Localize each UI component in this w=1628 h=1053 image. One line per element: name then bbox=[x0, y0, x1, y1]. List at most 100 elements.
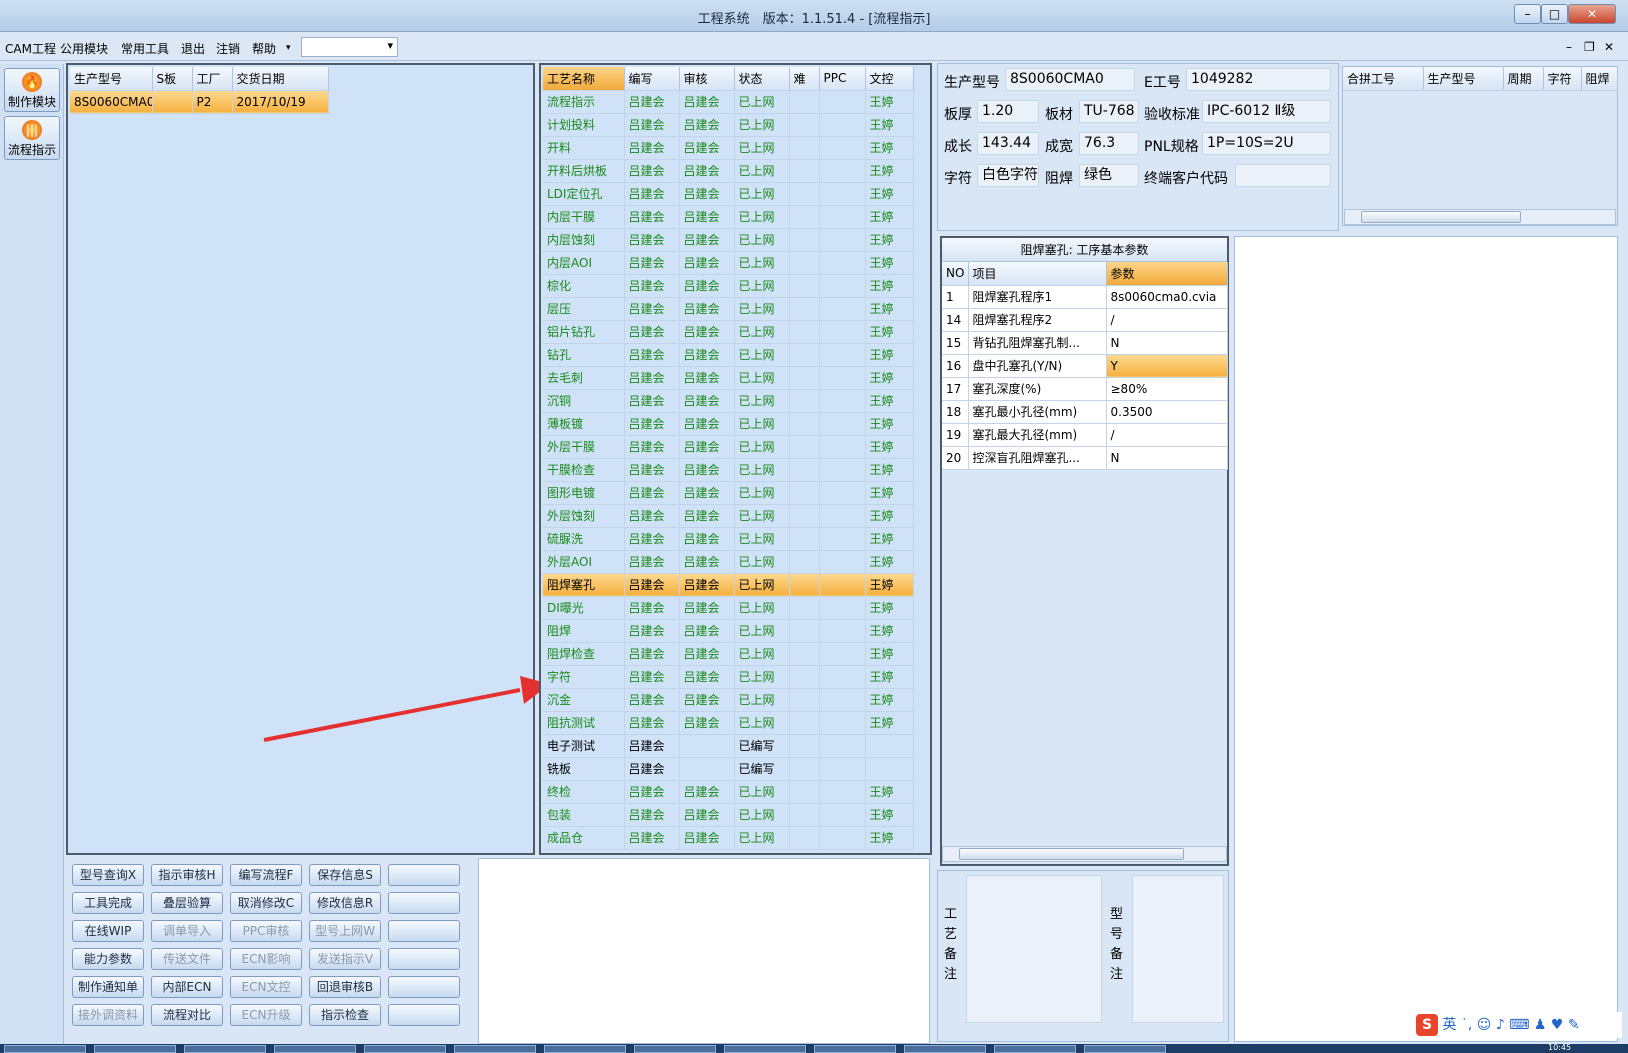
col-header[interactable]: 周期 bbox=[1503, 67, 1544, 91]
process-row[interactable]: 成品仓 吕建会 吕建会 已上网 王婷 bbox=[543, 826, 914, 850]
process-row[interactable]: 薄板镀 吕建会 吕建会 已上网 王婷 bbox=[543, 412, 914, 436]
taskbar-item[interactable] bbox=[454, 1045, 536, 1053]
taskbar-item[interactable] bbox=[4, 1045, 86, 1053]
param-row[interactable]: 19 塞孔最大孔径(mm) / bbox=[942, 423, 1228, 447]
e-no-field[interactable]: 1049282 bbox=[1186, 68, 1331, 91]
process-row[interactable]: 外层AOI 吕建会 吕建会 已上网 王婷 bbox=[543, 550, 914, 574]
process-row[interactable]: 开料 吕建会 吕建会 已上网 王婷 bbox=[543, 136, 914, 160]
menu-exit[interactable]: 退出 bbox=[181, 40, 205, 57]
process-row[interactable]: 干膜检查 吕建会 吕建会 已上网 王婷 bbox=[543, 458, 914, 482]
model-field[interactable]: 8S0060CMA0 bbox=[1005, 68, 1135, 91]
action-button[interactable]: 在线WIP bbox=[72, 920, 144, 942]
col-header[interactable]: 合拼工号 bbox=[1343, 67, 1424, 91]
action-button[interactable]: 型号上网W bbox=[309, 920, 381, 942]
param-row[interactable]: 15 背钻孔阻焊塞孔制... N bbox=[942, 331, 1228, 355]
nav-make-module[interactable]: 🔥 制作模块 bbox=[4, 68, 60, 112]
param-row[interactable]: 1 阻焊塞孔程序1 8s0060cma0.cvia bbox=[942, 285, 1228, 309]
mdi-minimize-button[interactable]: – bbox=[1566, 40, 1572, 54]
col-header[interactable]: 生产型号 bbox=[70, 67, 153, 91]
action-button[interactable]: PPC审核 bbox=[230, 920, 302, 942]
char-field[interactable]: 白色字符 bbox=[977, 164, 1039, 187]
col-header[interactable]: PPC bbox=[819, 67, 866, 91]
action-button[interactable]: 修改信息R bbox=[309, 892, 381, 914]
action-button[interactable]: 指示检查 bbox=[309, 1004, 381, 1026]
action-button[interactable] bbox=[388, 920, 460, 942]
action-button[interactable]: 调单导入 bbox=[151, 920, 223, 942]
col-header[interactable]: 字符 bbox=[1543, 67, 1582, 91]
action-button[interactable]: 保存信息S bbox=[309, 864, 381, 886]
mdi-close-button[interactable]: ✕ bbox=[1604, 40, 1614, 54]
table-row[interactable]: 8S0060CMA0 P2 2017/10/19 bbox=[70, 90, 329, 114]
chevron-down-icon[interactable]: ▾ bbox=[286, 43, 291, 53]
mdi-restore-button[interactable]: ❐ bbox=[1584, 40, 1595, 54]
taskbar-item[interactable] bbox=[634, 1045, 716, 1053]
process-row[interactable]: 阻焊检查 吕建会 吕建会 已上网 王婷 bbox=[543, 642, 914, 666]
action-button[interactable]: 编写流程F bbox=[230, 864, 302, 886]
process-row[interactable]: 开料后烘板 吕建会 吕建会 已上网 王婷 bbox=[543, 159, 914, 183]
col-header[interactable]: 工厂 bbox=[192, 67, 233, 91]
mask-field[interactable]: 绿色 bbox=[1079, 164, 1139, 187]
menu-tools[interactable]: 常用工具 bbox=[121, 40, 169, 57]
param-row[interactable]: 14 阻焊塞孔程序2/ bbox=[942, 308, 1228, 332]
params-hscroll[interactable] bbox=[942, 846, 1227, 862]
action-button[interactable]: 流程对比 bbox=[151, 1004, 223, 1026]
ime-lang[interactable]: 英 bbox=[1442, 1017, 1456, 1033]
taskbar-item[interactable] bbox=[724, 1045, 806, 1053]
process-row[interactable]: 外层干膜 吕建会 吕建会 已上网 王婷 bbox=[543, 435, 914, 459]
col-header[interactable]: 参数 bbox=[1106, 262, 1228, 286]
taskbar-item[interactable] bbox=[904, 1045, 986, 1053]
process-row[interactable]: 阻焊 吕建会 吕建会 已上网 王婷 bbox=[543, 619, 914, 643]
taskbar-item[interactable] bbox=[544, 1045, 626, 1053]
process-row[interactable]: 阻抗测试 吕建会 吕建会 已上网 王婷 bbox=[543, 711, 914, 735]
action-button[interactable] bbox=[388, 948, 460, 970]
process-row[interactable]: DI曝光 吕建会 吕建会 已上网 王婷 bbox=[543, 596, 914, 620]
process-row[interactable]: 内层AOI 吕建会 吕建会 已上网 王婷 bbox=[543, 251, 914, 275]
taskbar-item[interactable] bbox=[994, 1045, 1076, 1053]
taskbar-item[interactable] bbox=[184, 1045, 266, 1053]
col-header[interactable]: 难 bbox=[789, 67, 820, 91]
param-row[interactable]: 16 盘中孔塞孔(Y/N) Y bbox=[942, 354, 1228, 378]
action-button[interactable]: 制作通知单 bbox=[72, 976, 144, 998]
col-header[interactable]: 编写 bbox=[624, 67, 680, 91]
action-button[interactable]: 叠层验算 bbox=[151, 892, 223, 914]
action-button[interactable]: 能力参数 bbox=[72, 948, 144, 970]
pnl-field[interactable]: 1P=10S=2U bbox=[1202, 132, 1331, 155]
ime-toolbar[interactable]: S 英 ˙, ☺ ♪ ⌨ ♟ ♥ ✎ bbox=[1416, 1012, 1622, 1038]
param-row[interactable]: 20 控深盲孔阻焊塞孔... N bbox=[942, 446, 1228, 470]
process-row[interactable]: LDI定位孔 吕建会 吕建会 已上网 王婷 bbox=[543, 182, 914, 206]
menu-help[interactable]: 帮助 bbox=[252, 40, 276, 57]
taskbar-item[interactable] bbox=[94, 1045, 176, 1053]
process-row[interactable]: 流程指示 吕建会 吕建会 已上网 王婷 bbox=[543, 90, 914, 114]
process-row[interactable]: 包装 吕建会 吕建会 已上网 王婷 bbox=[543, 803, 914, 827]
scroll-thumb[interactable] bbox=[1361, 211, 1521, 223]
action-button[interactable]: ECN升级 bbox=[230, 1004, 302, 1026]
action-button[interactable]: 型号查询X bbox=[72, 864, 144, 886]
param-row[interactable]: 17 塞孔深度(%) ≥80% bbox=[942, 377, 1228, 401]
menu-public[interactable]: 公用模块 bbox=[60, 40, 108, 57]
process-row[interactable]: 层压 吕建会 吕建会 已上网 王婷 bbox=[543, 297, 914, 321]
col-header[interactable]: 生产型号 bbox=[1423, 67, 1504, 91]
process-row[interactable]: 内层干膜 吕建会 吕建会 已上网 王婷 bbox=[543, 205, 914, 229]
action-button[interactable]: 内部ECN bbox=[151, 976, 223, 998]
action-button[interactable]: 传送文件 bbox=[151, 948, 223, 970]
nav-process-guide[interactable]: ||| 流程指示 bbox=[4, 116, 60, 160]
process-row[interactable]: 沉铜 吕建会 吕建会 已上网 王婷 bbox=[543, 389, 914, 413]
wid-field[interactable]: 76.3 bbox=[1079, 132, 1139, 155]
std-field[interactable]: IPC-6012 Ⅱ级 bbox=[1202, 100, 1331, 123]
mat-field[interactable]: TU-768 bbox=[1079, 100, 1139, 123]
maximize-button[interactable]: □ bbox=[1541, 4, 1568, 24]
col-header[interactable]: 项目 bbox=[968, 262, 1107, 286]
process-row[interactable]: 沉金 吕建会 吕建会 已上网 王婷 bbox=[543, 688, 914, 712]
model-notes-input[interactable] bbox=[1132, 875, 1224, 1023]
menu-combo[interactable] bbox=[301, 37, 398, 57]
process-row[interactable]: 外层蚀刻 吕建会 吕建会 已上网 王婷 bbox=[543, 504, 914, 528]
process-row[interactable]: 硫脲洗 吕建会 吕建会 已上网 王婷 bbox=[543, 527, 914, 551]
col-header[interactable]: 工艺名称 bbox=[543, 67, 625, 91]
process-row[interactable]: 终检 吕建会 吕建会 已上网 王婷 bbox=[543, 780, 914, 804]
taskbar-item[interactable] bbox=[274, 1045, 356, 1053]
col-header[interactable]: NO bbox=[942, 262, 969, 286]
action-button[interactable]: 工具完成 bbox=[72, 892, 144, 914]
action-button[interactable] bbox=[388, 892, 460, 914]
process-row[interactable]: 钻孔 吕建会 吕建会 已上网 王婷 bbox=[543, 343, 914, 367]
process-row[interactable]: 内层蚀刻 吕建会 吕建会 已上网 王婷 bbox=[543, 228, 914, 252]
